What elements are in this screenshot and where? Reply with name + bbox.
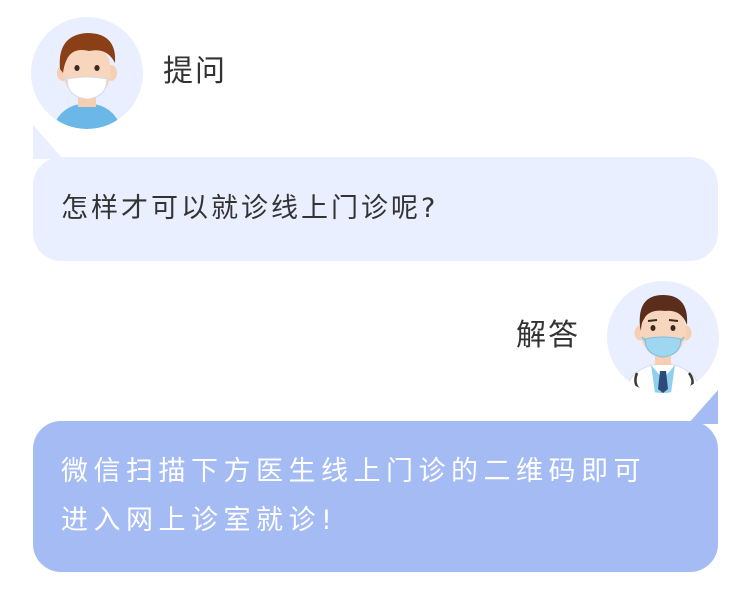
answer-text-line: 进入网上诊室就诊!	[61, 505, 338, 536]
doctor-avatar-icon	[624, 295, 702, 393]
answer-label: 解答	[516, 318, 580, 353]
doctor-avatar	[607, 281, 719, 393]
patient-avatar-icon	[53, 33, 121, 129]
answer-text-line: 微信扫描下方医生线上门诊的二维码即可	[61, 456, 646, 487]
answer-bubble	[33, 421, 718, 572]
question-label: 提问	[163, 54, 227, 89]
question-text: 怎样才可以就诊线上门诊呢?	[61, 193, 439, 224]
question-bubble-tail	[33, 125, 63, 159]
patient-avatar	[31, 17, 143, 129]
answer-bubble-tail	[688, 390, 718, 424]
